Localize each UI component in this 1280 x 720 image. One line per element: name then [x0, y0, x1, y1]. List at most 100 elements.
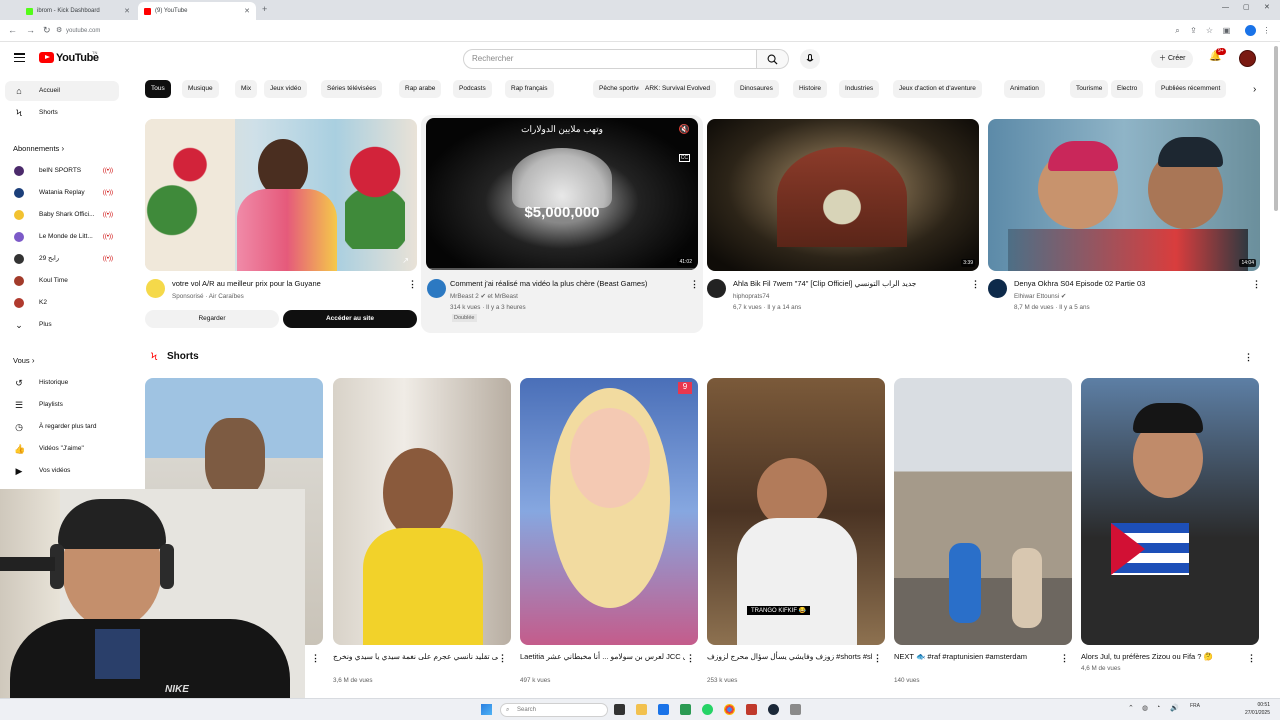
short-title[interactable]: NEXT 🐟 #raf #raptunisien #amsterdam — [894, 651, 1059, 662]
reload-icon[interactable]: ↻ — [43, 25, 51, 36]
back-icon[interactable]: ← — [8, 25, 17, 35]
channel-avatar[interactable] — [427, 279, 446, 298]
more-options-icon[interactable]: ⋮ — [311, 653, 320, 664]
share-icon[interactable]: ⇪ — [1189, 26, 1198, 35]
language-indicator[interactable]: FRA — [1190, 703, 1200, 710]
short-thumbnail[interactable] — [894, 378, 1072, 645]
chip-rap-arabe[interactable]: Rap arabe — [399, 80, 442, 98]
more-options-icon[interactable]: ⋮ — [971, 279, 980, 290]
sidebar-item-shorts[interactable]: Ϟ Shorts — [5, 103, 119, 123]
watch-button[interactable]: Regarder — [145, 310, 279, 328]
more-options-icon[interactable]: ⋮ — [498, 653, 507, 664]
short-title[interactable]: Alors Jul, tu préfères Zizou ou Fifa ? 🤔 — [1081, 651, 1246, 662]
chip-musique[interactable]: Musique — [182, 80, 219, 98]
sidebar-item-plus[interactable]: ⌄ Plus — [5, 315, 119, 335]
chip-histoire[interactable]: Histoire — [793, 80, 828, 98]
chip-animation[interactable]: Animation — [1004, 80, 1045, 98]
more-options-icon[interactable]: ⋮ — [686, 653, 695, 664]
close-window-icon[interactable]: ✕ — [1264, 3, 1270, 11]
profile-avatar-icon[interactable] — [1245, 25, 1256, 36]
short-thumbnail[interactable]: TRANGO KIFKIF 😂 — [707, 378, 885, 645]
search-button[interactable] — [757, 49, 789, 69]
short-title[interactable]: أحلى تقليد نانسي عجرم على نغمة سيدي يا س… — [333, 651, 498, 662]
video-thumbnail[interactable]: 14:04 — [988, 119, 1260, 271]
youtube-logo-icon[interactable] — [39, 52, 54, 63]
subscription-item[interactable]: Le Monde de Litt... ((•)) — [5, 227, 119, 247]
search-input[interactable]: Rechercher — [463, 49, 757, 69]
mute-icon[interactable]: 🔇 — [679, 124, 690, 135]
chip-mix[interactable]: Mix — [235, 80, 258, 98]
chip-publiees-recemment[interactable]: Publiées récemment — [1155, 80, 1227, 98]
more-options-icon[interactable]: ⋮ — [1252, 279, 1261, 290]
tab-youtube[interactable]: (9) YouTube ✕ — [138, 2, 256, 20]
sidebar-item-liked-videos[interactable]: 👍 Vidéos "J'aime" — [5, 439, 119, 459]
subscription-item[interactable]: K2 — [5, 293, 119, 313]
video-thumbnail[interactable]: ↗ — [145, 119, 417, 271]
sidebar-item-playlists[interactable]: ☰ Playlists — [5, 395, 119, 415]
network-icon[interactable]: ◍ — [1142, 704, 1148, 712]
whatsapp-icon[interactable] — [702, 704, 713, 715]
subscriptions-heading[interactable]: Abonnements › — [13, 144, 64, 153]
close-tab-icon[interactable]: ✕ — [244, 7, 250, 15]
video-thumbnail[interactable]: وتهب ملايين الدولارات $5,000,000 🔇 CC 41… — [426, 118, 698, 270]
chip-dinosaures[interactable]: Dinosaures — [734, 80, 779, 98]
forward-icon[interactable]: → — [26, 25, 35, 35]
tab-kick-dashboard[interactable]: ibrom - Kick Dashboard ✕ — [20, 2, 136, 20]
more-options-icon[interactable]: ⋮ — [690, 279, 699, 290]
short-title[interactable]: Laetitia لعرس بن سولامو ... أنا مخبطاني … — [520, 651, 685, 662]
video-channel[interactable]: MrBeast 2 ✔ et MrBeast — [450, 292, 518, 302]
chip-series-televisees[interactable]: Séries télévisées — [321, 80, 383, 98]
subscription-item[interactable]: Baby Shark Offici... ((•)) — [5, 205, 119, 225]
chip-tourisme[interactable]: Tourisme — [1070, 80, 1109, 98]
video-channel[interactable]: hiphoprats74 — [733, 292, 769, 302]
chip-rap-francais[interactable]: Rap français — [505, 80, 554, 98]
sidebar-item-historique[interactable]: ↺ Historique — [5, 373, 119, 393]
volume-icon[interactable]: 🔊 — [1170, 704, 1179, 712]
more-options-icon[interactable]: ⋮ — [1247, 653, 1256, 664]
page-scrollbar[interactable] — [1274, 46, 1278, 211]
chevron-up-icon[interactable]: ⌃ — [1128, 704, 1134, 712]
channel-avatar[interactable] — [988, 279, 1007, 298]
subscription-item[interactable]: beIN SPORTS ((•)) — [5, 161, 119, 181]
taskbar-search-input[interactable]: ⌕ Search — [500, 703, 608, 717]
chip-ark[interactable]: ARK: Survival Evolved — [639, 80, 717, 98]
more-options-icon[interactable]: ⋮ — [873, 653, 882, 664]
short-thumbnail[interactable] — [333, 378, 511, 645]
short-thumbnail[interactable]: 9 — [520, 378, 698, 645]
video-thumbnail[interactable]: 3:39 — [707, 119, 979, 271]
close-tab-icon[interactable]: ✕ — [124, 7, 130, 15]
you-heading[interactable]: Vous › — [13, 356, 35, 365]
subscription-item[interactable]: 29 رابح ((•)) — [5, 249, 119, 269]
wifi-icon[interactable]: ◔ — [1156, 704, 1160, 711]
video-title[interactable]: Ahla Bik Fil 7wem "74" [Clip Officiel] ج… — [733, 279, 965, 289]
browser-menu-icon[interactable]: ⋮ — [1262, 26, 1271, 35]
chip-podcasts[interactable]: Podcasts — [453, 80, 492, 98]
bookmark-star-icon[interactable]: ☆ — [1205, 26, 1214, 35]
voice-search-button[interactable] — [800, 49, 820, 69]
zoom-icon[interactable]: ⌕ — [1173, 26, 1182, 35]
url-field[interactable]: youtube.com — [66, 24, 100, 38]
chip-industries[interactable]: Industries — [839, 80, 880, 98]
video-title[interactable]: votre vol A/R au meilleur prix pour la G… — [172, 279, 402, 289]
more-options-icon[interactable]: ⋮ — [408, 279, 417, 290]
app-icon[interactable] — [746, 704, 757, 715]
task-view-icon[interactable] — [614, 704, 625, 715]
video-title[interactable]: Denya Okhra S04 Episode 02 Partie 03 — [1014, 279, 1246, 289]
sidebar-item-watch-later[interactable]: ◷ À regarder plus tard — [5, 417, 119, 437]
settings-gear-icon[interactable] — [790, 704, 801, 715]
channel-avatar[interactable] — [707, 279, 726, 298]
chip-electro[interactable]: Electro — [1111, 80, 1144, 98]
more-options-icon[interactable]: ⋮ — [1060, 653, 1069, 664]
minimize-icon[interactable]: — — [1222, 4, 1229, 11]
sidebar-item-accueil[interactable]: ⌂ Accueil — [5, 81, 119, 101]
new-tab-icon[interactable]: + — [262, 4, 267, 14]
more-options-icon[interactable]: ⋮ — [1244, 352, 1253, 363]
chrome-icon[interactable] — [724, 704, 735, 715]
subscription-item[interactable]: Watania Replay ((•)) — [5, 183, 119, 203]
sidebar-item-your-videos[interactable]: ▶ Vos vidéos — [5, 461, 119, 481]
channel-avatar[interactable] — [146, 279, 165, 298]
chevron-right-icon[interactable]: › — [1253, 84, 1256, 95]
chip-jeux-video[interactable]: Jeux vidéo — [264, 80, 308, 98]
windows-start-icon[interactable] — [481, 704, 492, 715]
maximize-icon[interactable]: ▢ — [1243, 3, 1250, 11]
